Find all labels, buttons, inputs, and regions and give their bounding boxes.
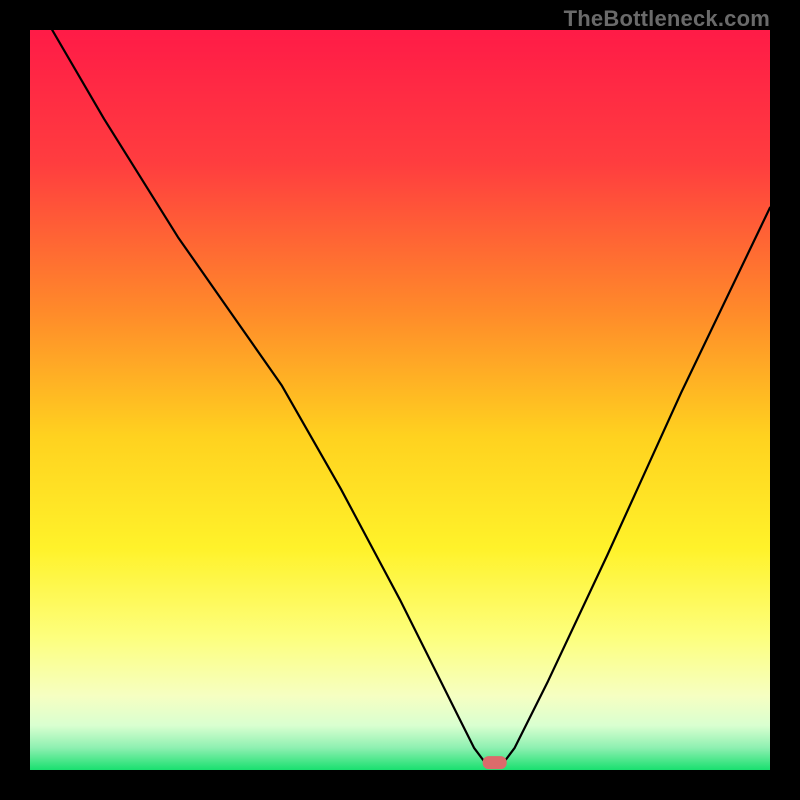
- plot-area: [30, 30, 770, 770]
- watermark-text: TheBottleneck.com: [564, 6, 770, 32]
- chart-frame: TheBottleneck.com: [0, 0, 800, 800]
- background-gradient: [30, 30, 770, 770]
